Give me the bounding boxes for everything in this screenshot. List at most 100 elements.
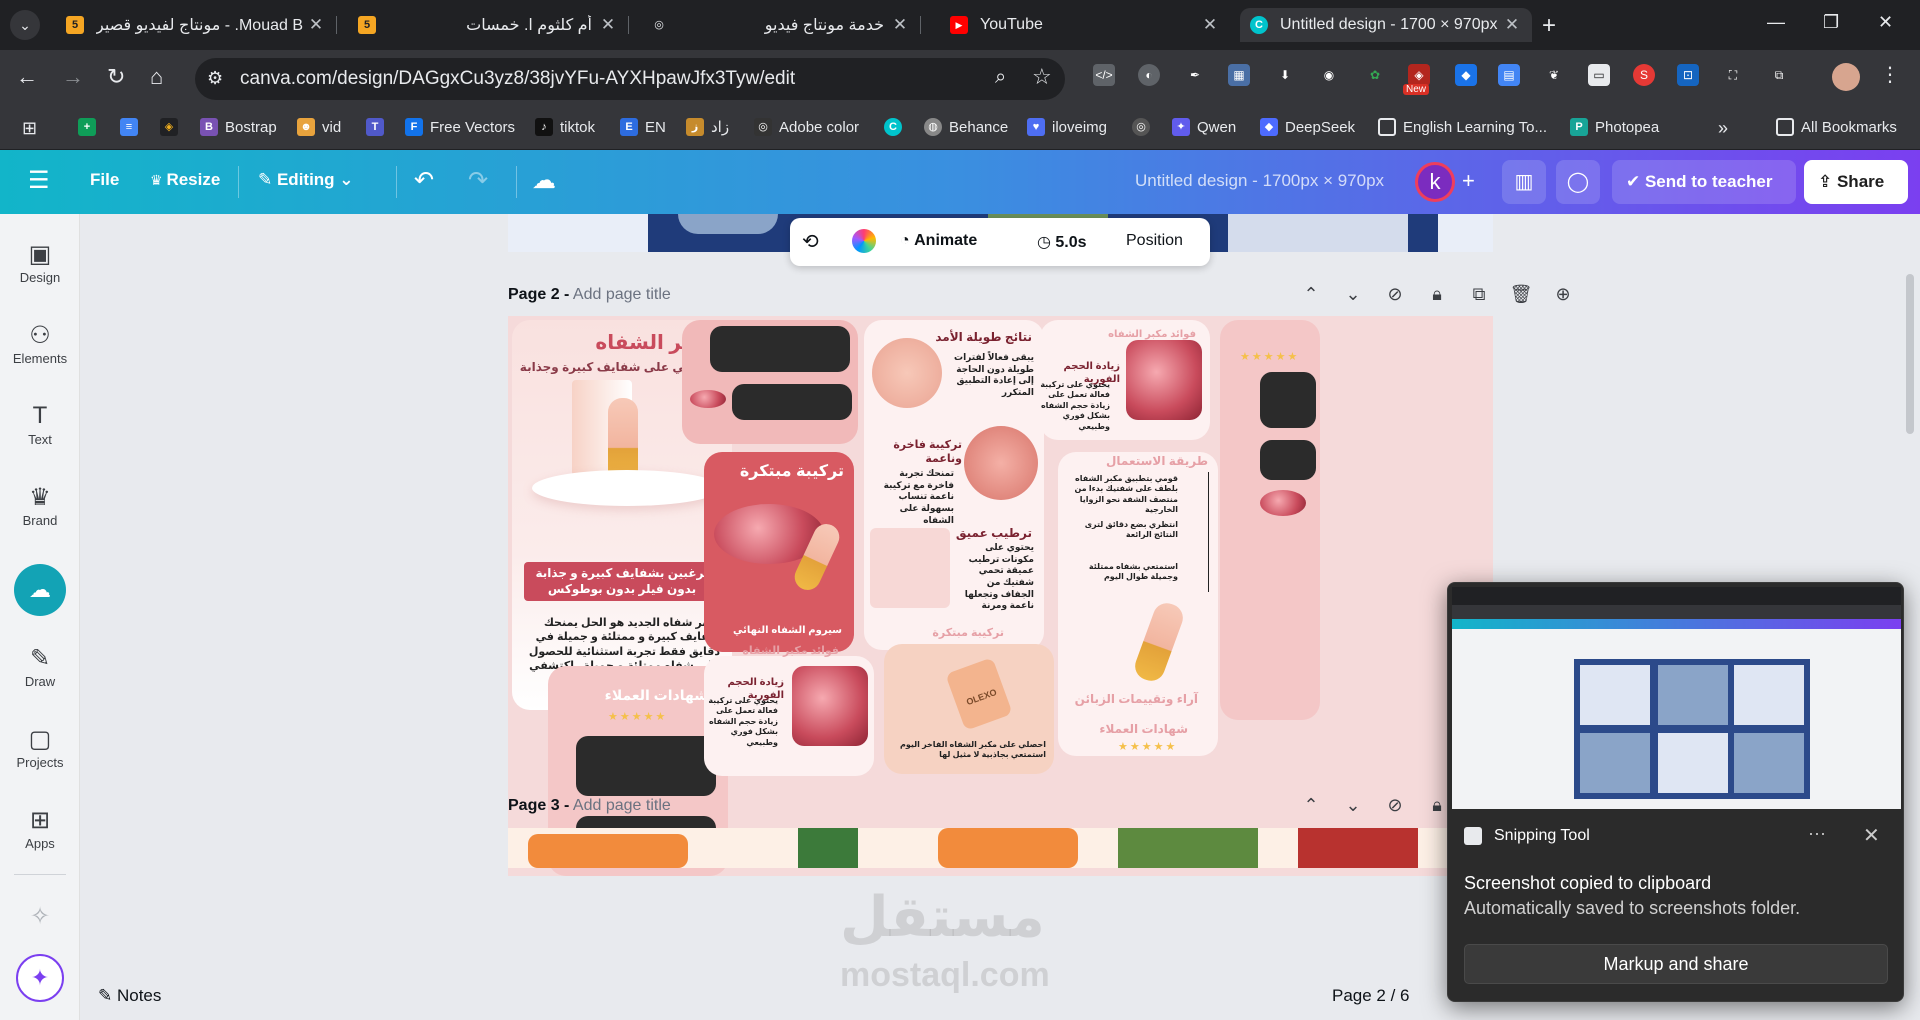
- tab-mouad[interactable]: 5 مونتاج لفيديو قصير - .Mouad B ✕: [56, 8, 337, 42]
- new-extension-icon[interactable]: ◈: [1408, 64, 1430, 86]
- fullscreen-icon[interactable]: ⛶: [1722, 64, 1744, 86]
- tab-youtube[interactable]: ▶ YouTube ✕: [940, 8, 1230, 42]
- home-icon[interactable]: ⌂: [150, 64, 163, 90]
- notification-close-icon[interactable]: ✕: [1863, 823, 1880, 848]
- page-2-title[interactable]: Page 2 - Add page title: [508, 286, 671, 304]
- uploads-cloud-icon[interactable]: ☁: [14, 564, 66, 616]
- page-3-title[interactable]: Page 3 - Add page title: [508, 797, 671, 815]
- sidebar-item-elements[interactable]: ⚇ Elements: [0, 321, 80, 366]
- more-bookmarks-chevron-icon[interactable]: »: [1718, 118, 1728, 139]
- bookmark-deepseek[interactable]: ◆ DeepSeek: [1260, 118, 1355, 136]
- sidebar-item-apps[interactable]: ⊞ Apps: [0, 806, 80, 851]
- new-tab-plus-icon[interactable]: +: [1542, 12, 1556, 40]
- document-title[interactable]: Untitled design - 1700px × 970px: [1135, 171, 1384, 191]
- lock-page-icon[interactable]: 🔒︎: [1416, 284, 1458, 305]
- tab-close-icon[interactable]: ✕: [306, 15, 326, 35]
- page-indicator[interactable]: Page 2 / 6: [1332, 986, 1410, 1006]
- window-close-icon[interactable]: ✕: [1878, 12, 1893, 33]
- extensions-puzzle-icon[interactable]: ⧉: [1768, 64, 1790, 86]
- camera-icon[interactable]: ◉: [1318, 64, 1340, 86]
- hide-page-icon[interactable]: ⊘: [1374, 795, 1416, 816]
- bookmark-bostrap[interactable]: B Bostrap: [200, 118, 277, 136]
- sidebar-item-projects[interactable]: ▢ Projects: [0, 725, 80, 770]
- profile-avatar[interactable]: [1832, 63, 1860, 91]
- bookmark-iloveimg[interactable]: ♥ iloveimg: [1027, 118, 1107, 136]
- move-page-up-icon[interactable]: ⌃: [1290, 795, 1332, 816]
- site-info-icon[interactable]: ⚙: [207, 68, 223, 89]
- extension-circle-icon[interactable]: ◐: [1138, 64, 1160, 86]
- move-page-down-icon[interactable]: ⌄: [1332, 795, 1374, 816]
- apps-grid-icon[interactable]: ⊞: [22, 118, 37, 139]
- duration-button[interactable]: ◷ 5.0s: [1037, 232, 1087, 252]
- page-3-preview[interactable]: [508, 828, 1493, 868]
- tab-video-editing[interactable]: ◎ خدمة مونتاج فيديو ✕: [640, 8, 921, 42]
- ext-blue-icon[interactable]: ⊡: [1677, 64, 1699, 86]
- plant-extension-icon[interactable]: ✿: [1364, 64, 1386, 86]
- bookmark-english-learning[interactable]: English Learning To...: [1378, 118, 1547, 136]
- bookmark-qwen[interactable]: ✦ Qwen: [1172, 118, 1236, 136]
- download-icon[interactable]: ⬇: [1274, 64, 1296, 86]
- sidebar-item-text[interactable]: T Text: [0, 402, 80, 447]
- file-menu[interactable]: File: [90, 170, 119, 190]
- hamburger-menu-icon[interactable]: ☰: [28, 166, 50, 195]
- add-page-icon[interactable]: ⊕: [1542, 284, 1584, 305]
- notes-button[interactable]: ✎ Notes: [98, 986, 161, 1006]
- tab-close-icon[interactable]: ✕: [1200, 15, 1220, 35]
- bookmark-vid[interactable]: ☻ vid: [297, 118, 341, 136]
- move-page-up-icon[interactable]: ⌃: [1290, 284, 1332, 305]
- all-bookmarks[interactable]: All Bookmarks: [1776, 118, 1897, 136]
- share-button[interactable]: ⇪ Share: [1804, 160, 1908, 204]
- bookmark-adobe-color[interactable]: ◎ Adobe color: [754, 118, 859, 136]
- bookmark-teams[interactable]: T: [366, 118, 391, 136]
- bookmark-en[interactable]: E EN: [620, 118, 666, 136]
- canvas-scrollbar[interactable]: [1906, 274, 1914, 434]
- back-arrow-icon[interactable]: ←: [16, 64, 38, 90]
- sidebar-item-design[interactable]: ▣ Design: [0, 240, 80, 285]
- eyedropper-icon[interactable]: ✒: [1184, 64, 1206, 86]
- bookmark-behance[interactable]: ◍ Behance: [924, 118, 1008, 136]
- undo-icon[interactable]: ↶: [414, 166, 434, 195]
- user-avatar[interactable]: k: [1415, 162, 1455, 202]
- page-2-canvas[interactable]: مكبر الشفاه احصلي على شفايف كبيرة وجذابة…: [508, 316, 1493, 876]
- bookmark-canva[interactable]: C: [884, 118, 909, 136]
- minimize-icon[interactable]: —: [1767, 12, 1785, 33]
- invite-plus-icon[interactable]: +: [1462, 168, 1475, 194]
- address-bar[interactable]: ⚙ canva.com/design/DAGgxCu3yz8/38jvYFu-A…: [195, 58, 1065, 100]
- tab-close-icon[interactable]: ✕: [890, 15, 910, 35]
- s-extension-icon[interactable]: S: [1633, 64, 1655, 86]
- tab-canva-untitled[interactable]: C Untitled design - 1700 × 970px ✕: [1240, 8, 1532, 42]
- tab-umm-kulthum[interactable]: 5 أم كلثوم ا. خمسات ✕: [348, 8, 629, 42]
- delete-page-icon[interactable]: 🗑︎: [1500, 284, 1542, 305]
- code-extension-icon[interactable]: </>: [1093, 64, 1115, 86]
- bookmark-openai[interactable]: ◎: [1132, 118, 1157, 136]
- forward-arrow-icon[interactable]: →: [62, 64, 84, 90]
- cloud-saved-icon[interactable]: ☁: [532, 166, 556, 195]
- screen-extension-icon[interactable]: ▦: [1228, 64, 1250, 86]
- url-text[interactable]: canva.com/design/DAGgxCu3yz8/38jvYFu-AYX…: [240, 68, 795, 90]
- insights-chart-icon[interactable]: ▥: [1502, 160, 1546, 204]
- bookmark-tiktok[interactable]: ♪ tiktok: [535, 118, 595, 136]
- animate-button[interactable]: ◔ Animate: [900, 232, 977, 250]
- duplicate-page-icon[interactable]: ⧉: [1458, 284, 1500, 305]
- reload-icon[interactable]: ↻: [107, 64, 125, 90]
- docs-extension-icon[interactable]: ▤: [1498, 64, 1520, 86]
- send-to-teacher-button[interactable]: ✔ Send to teacher: [1612, 160, 1796, 204]
- sidebar-item-magic-media[interactable]: ✧: [0, 902, 80, 932]
- bookmark-photopea[interactable]: P Photopea: [1570, 118, 1659, 136]
- sidebar-item-brand[interactable]: ♛ Brand: [0, 483, 80, 528]
- tab-search-chevron-icon[interactable]: ⌄: [10, 10, 40, 40]
- resize-button[interactable]: ♛ Resize: [150, 170, 220, 190]
- bookmark-star-icon[interactable]: ☆: [1032, 64, 1052, 90]
- sidebar-item-draw[interactable]: ✎ Draw: [0, 644, 80, 689]
- zoom-icon[interactable]: ⌕: [995, 66, 1006, 89]
- editing-mode-dropdown[interactable]: ✎ Editing ⌄: [258, 170, 354, 190]
- tab-close-icon[interactable]: ✕: [1502, 15, 1522, 35]
- leaf-extension-icon[interactable]: ❦: [1543, 64, 1565, 86]
- bookmark-docs[interactable]: ≡: [120, 118, 145, 136]
- comments-icon[interactable]: ◯: [1556, 160, 1600, 204]
- window-extension-icon[interactable]: ▭: [1588, 64, 1610, 86]
- move-page-down-icon[interactable]: ⌄: [1332, 284, 1374, 305]
- bookmark-sheets[interactable]: +: [78, 118, 103, 136]
- bookmark-zad[interactable]: ز زاد: [686, 118, 729, 136]
- blue-extension-icon[interactable]: ◆: [1455, 64, 1477, 86]
